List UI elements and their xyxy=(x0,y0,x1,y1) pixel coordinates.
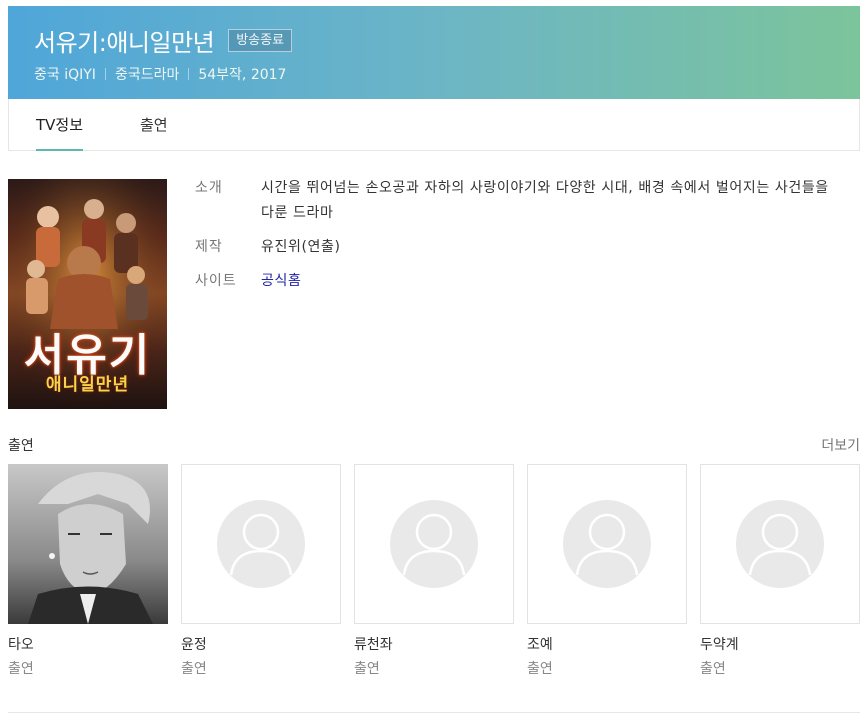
cast-section-title: 출연 xyxy=(8,438,34,454)
cast-role: 출연 xyxy=(354,661,380,677)
cast-card: 조예 출연 xyxy=(527,464,687,680)
cast-name[interactable]: 타오 xyxy=(8,634,168,656)
cast-name[interactable]: 두약계 xyxy=(700,634,860,656)
cast-section-header: 출연 더보기 xyxy=(8,435,860,457)
person-placeholder-icon xyxy=(390,500,478,588)
cast-card: 윤정 출연 xyxy=(181,464,341,680)
title-row: 서유기:애니일만년 방송종료 xyxy=(34,24,834,57)
info-label: 소개 xyxy=(195,180,223,196)
person-placeholder-icon xyxy=(736,500,824,588)
program-poster[interactable]: 서유기 애니일만년 xyxy=(8,179,167,409)
cast-role: 출연 xyxy=(527,661,553,677)
cast-photo[interactable] xyxy=(181,464,341,624)
cast-card: 타오 출연 xyxy=(8,464,168,680)
person-placeholder-icon xyxy=(217,500,305,588)
meta-episodes: 54부작, 2017 xyxy=(198,67,287,83)
cast-photo[interactable] xyxy=(527,464,687,624)
cast-card: 류천좌 출연 xyxy=(354,464,514,680)
person-photo-icon xyxy=(8,464,168,624)
info-site-row: 사이트 공식홈 xyxy=(195,269,835,294)
cast-name[interactable]: 조예 xyxy=(527,634,687,656)
program-info: 소개 시간을 뛰어넘는 손오공과 자하의 사랑이야기와 다양한 시대, 배경 속… xyxy=(195,176,835,303)
meta-channel: 중국 iQIYI xyxy=(34,67,96,83)
producer-text: 유진위(연출) xyxy=(261,239,341,255)
program-meta: 중국 iQIYI 중국드라마 54부작, 2017 xyxy=(34,64,834,84)
intro-text: 시간을 뛰어넘는 손오공과 자하의 사랑이야기와 다양한 시대, 배경 속에서 … xyxy=(261,180,829,221)
tab-cast[interactable]: 출연 xyxy=(140,99,168,150)
more-link[interactable]: 더보기 xyxy=(821,435,860,455)
meta-divider xyxy=(188,68,190,80)
program-title: 서유기:애니일만년 xyxy=(34,28,215,57)
program-header: 서유기:애니일만년 방송종료 중국 iQIYI 중국드라마 54부작, 2017 xyxy=(8,6,860,99)
cast-role: 출연 xyxy=(700,661,726,677)
info-label: 사이트 xyxy=(195,273,237,289)
tab-bar: TV정보 출연 xyxy=(8,99,860,151)
official-site-link[interactable]: 공식홈 xyxy=(261,273,301,289)
status-badge: 방송종료 xyxy=(228,28,293,52)
info-producer-row: 제작 유진위(연출) xyxy=(195,235,835,260)
divider xyxy=(8,712,860,713)
cast-card: 두약계 출연 xyxy=(700,464,860,680)
tab-tv-info[interactable]: TV정보 xyxy=(36,99,84,151)
cast-role: 출연 xyxy=(181,661,207,677)
cast-name[interactable]: 류천좌 xyxy=(354,634,514,656)
cast-name[interactable]: 윤정 xyxy=(181,634,341,656)
person-placeholder-icon xyxy=(563,500,651,588)
info-intro-row: 소개 시간을 뛰어넘는 손오공과 자하의 사랑이야기와 다양한 시대, 배경 속… xyxy=(195,176,835,226)
info-label: 제작 xyxy=(195,239,223,255)
poster-subtitle: 애니일만년 xyxy=(45,375,130,395)
cast-role: 출연 xyxy=(8,661,34,677)
meta-divider xyxy=(104,68,106,80)
cast-photo[interactable] xyxy=(354,464,514,624)
cast-photo[interactable] xyxy=(700,464,860,624)
meta-genre: 중국드라마 xyxy=(114,67,180,83)
cast-photo[interactable] xyxy=(8,464,168,624)
